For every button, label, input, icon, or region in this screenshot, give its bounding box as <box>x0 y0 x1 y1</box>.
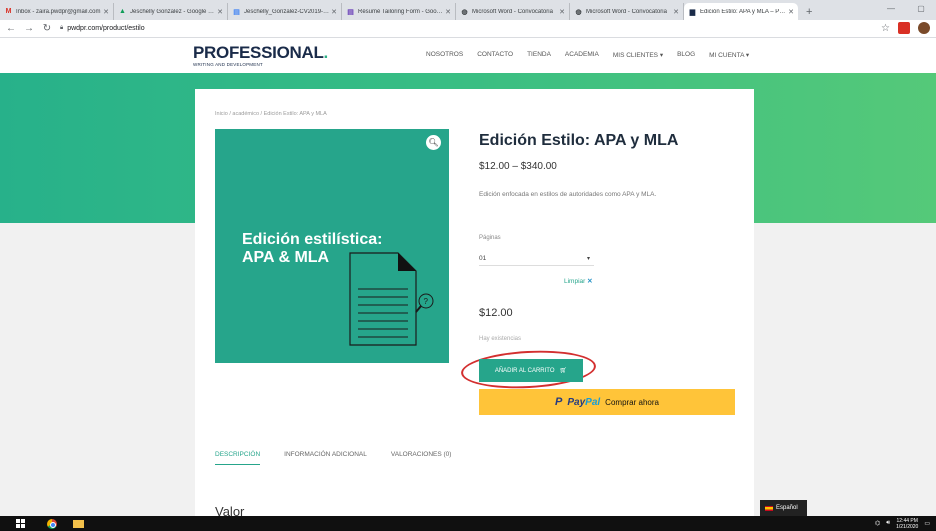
close-tab-icon[interactable]: ✕ <box>673 8 679 16</box>
stock-status: Hay existencias <box>479 336 522 342</box>
minimize-icon[interactable]: — <box>876 0 906 18</box>
price-range: $12.00 – $340.00 <box>479 161 557 172</box>
browser-tab[interactable]: ◍ Microsoft Word - Convocatoria ✕ <box>456 3 570 20</box>
pages-select[interactable]: 01 ▾ <box>479 251 594 266</box>
globe-icon: ◍ <box>461 8 468 16</box>
paypal-logo-icon: P <box>555 396 563 408</box>
lock-icon: 🔒︎ <box>60 25 64 31</box>
close-tab-icon[interactable]: ✕ <box>788 8 794 16</box>
forward-icon[interactable]: → <box>22 23 36 34</box>
window-controls: — ▢ <box>876 0 936 18</box>
close-tab-icon[interactable]: ✕ <box>559 8 565 16</box>
browser-tab[interactable]: M Inbox - zaira.pwdpr@gmail.com ✕ <box>0 3 114 20</box>
profile-avatar[interactable] <box>918 22 930 34</box>
gmail-icon: M <box>5 8 12 15</box>
nav-item-mis-clientes[interactable]: MIS CLIENTES ▾ <box>613 51 663 59</box>
section-title: Valor <box>215 504 245 516</box>
close-icon: ✕ <box>587 278 593 285</box>
pages-label: Páginas <box>479 235 501 241</box>
add-to-cart-button[interactable]: AÑADIR AL CARRITO 🛒︎ <box>479 359 583 382</box>
back-icon[interactable]: ← <box>4 23 18 34</box>
clear-selection-link[interactable]: Limpiar ✕ <box>564 277 593 285</box>
globe-icon: ◍ <box>575 8 582 16</box>
network-icon[interactable]: ⌬ <box>875 520 880 527</box>
nav-item-nosotros[interactable]: NOSOTROS <box>426 51 463 59</box>
close-tab-icon[interactable]: ✕ <box>217 8 223 16</box>
extension-icon[interactable] <box>898 22 910 34</box>
nav-item-contacto[interactable]: CONTACTO <box>477 51 513 59</box>
forms-icon: ▤ <box>347 8 354 16</box>
product-description: Edición enfocada en estilos de autoridad… <box>479 191 657 198</box>
close-tab-icon[interactable]: ✕ <box>103 8 109 16</box>
language-switcher[interactable]: Español <box>760 500 807 516</box>
tab-descripcion[interactable]: DESCRIPCIÓN <box>215 451 261 465</box>
browser-tab[interactable]: ▲ Jeschelly Gonzalez - Google Drive ✕ <box>114 3 228 20</box>
pwd-icon: ▆ <box>689 8 696 16</box>
docs-icon: ▤ <box>233 8 240 16</box>
close-tab-icon[interactable]: ✕ <box>331 8 337 16</box>
paypal-wordmark: PayPal <box>567 396 601 408</box>
tab-informacion-adicional[interactable]: INFORMACIÓN ADICIONAL <box>284 451 367 465</box>
new-tab-button[interactable]: + <box>798 3 820 20</box>
site-header: PROFESSIONAL. WRITING AND DEVELOPMENT NO… <box>0 38 936 73</box>
product-title: Edición Estilo: APA y MLA <box>479 132 679 149</box>
browser-tab-active[interactable]: ▆ Edición Estilo: APA y MLA – Profe ✕ <box>684 3 798 20</box>
clock[interactable]: 12:44 PM 1/21/2020 <box>896 518 918 530</box>
browser-tab[interactable]: ◍ Microsoft Word - Convocatoria ✕ <box>570 3 684 20</box>
page: PROFESSIONAL. WRITING AND DEVELOPMENT NO… <box>0 38 936 516</box>
nav-item-tienda[interactable]: TIENDA <box>527 51 551 59</box>
notifications-icon[interactable]: ▭ <box>924 520 930 527</box>
browser-toolbar: ← → ↻ 🔒︎ pwdpr.com/product/estilo ☆ <box>0 20 936 38</box>
product-image[interactable]: 🔍︎ Edición estilística: APA & MLA ? <box>215 129 449 363</box>
address-bar[interactable]: 🔒︎ pwdpr.com/product/estilo <box>60 25 145 32</box>
bookmark-star-icon[interactable]: ☆ <box>881 23 890 34</box>
browser-tab[interactable]: ▤ Jeschelly_Gonzalez-CV2019-Adm ✕ <box>228 3 342 20</box>
variation-price: $12.00 <box>479 307 513 319</box>
volume-icon[interactable]: 🔊︎ <box>886 520 890 527</box>
spain-flag-icon <box>765 505 773 511</box>
reload-icon[interactable]: ↻ <box>40 23 54 34</box>
nav-item-blog[interactable]: BLOG <box>677 51 695 59</box>
main-nav: NOSOTROS CONTACTO TIENDA ACADEMIA MIS CL… <box>426 51 749 59</box>
chrome-icon[interactable] <box>47 518 57 529</box>
product-card: Inicio / académico / Edición Estilo: APA… <box>195 89 754 516</box>
document-question-icon: ? <box>349 252 434 346</box>
browser-tab-strip: M Inbox - zaira.pwdpr@gmail.com ✕ ▲ Jeschel… <box>0 0 936 20</box>
nav-item-mi-cuenta[interactable]: MI CUENTA ▾ <box>709 51 749 59</box>
product-tabs: DESCRIPCIÓN INFORMACIÓN ADICIONAL VALORA… <box>215 451 451 465</box>
chevron-down-icon: ▾ <box>586 255 590 262</box>
taskbar: ⌬ 🔊︎ 12:44 PM 1/21/2020 ▭ <box>0 516 936 531</box>
drive-icon: ▲ <box>119 8 126 15</box>
site-logo[interactable]: PROFESSIONAL. WRITING AND DEVELOPMENT <box>193 44 328 67</box>
tab-valoraciones[interactable]: VALORACIONES (0) <box>391 451 452 465</box>
file-explorer-icon[interactable] <box>73 519 84 528</box>
windows-start-icon[interactable] <box>16 519 25 528</box>
cart-icon: 🛒︎ <box>559 368 568 374</box>
paypal-button[interactable]: P PayPal Comprar ahora <box>479 389 735 415</box>
browser-tab[interactable]: ▤ Résumé Tailoring Form - Google ✕ <box>342 3 456 20</box>
nav-item-academia[interactable]: ACADEMIA <box>565 51 599 59</box>
zoom-icon[interactable]: 🔍︎ <box>426 135 441 150</box>
url-text: pwdpr.com/product/estilo <box>67 25 145 32</box>
maximize-icon[interactable]: ▢ <box>906 0 936 18</box>
breadcrumb[interactable]: Inicio / académico / Edición Estilo: APA… <box>215 111 327 117</box>
svg-text:?: ? <box>424 297 429 306</box>
system-tray: ⌬ 🔊︎ 12:44 PM 1/21/2020 ▭ <box>875 516 930 531</box>
close-tab-icon[interactable]: ✕ <box>445 8 451 16</box>
